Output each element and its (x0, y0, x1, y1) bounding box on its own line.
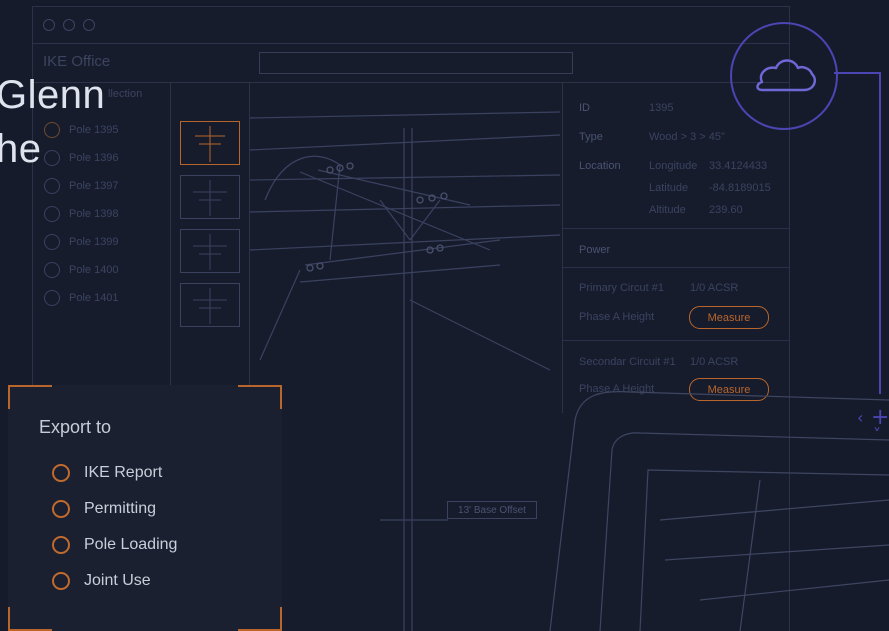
export-title: Export to (39, 417, 112, 437)
export-option-label: Joint Use (84, 572, 151, 589)
cloud-sync-button[interactable] (730, 22, 838, 130)
stage: IKE Office ID 1395 Type Wood > 3 > 45" L… (0, 0, 889, 631)
radio-icon (52, 464, 70, 482)
corner-bracket (8, 607, 52, 631)
cloud-icon (756, 59, 816, 92)
export-option[interactable]: Pole Loading (52, 534, 177, 556)
export-option[interactable]: Permitting (52, 498, 156, 520)
corner-bracket (238, 385, 282, 409)
chevron-down-icon: ˅ (873, 425, 881, 444)
export-option-label: Permitting (84, 500, 157, 517)
export-option-label: Pole Loading (84, 536, 178, 553)
export-option[interactable]: Joint Use (52, 570, 151, 592)
radio-icon (52, 536, 70, 554)
headline-line-2: he (0, 127, 42, 171)
radio-icon (52, 500, 70, 518)
corner-bracket (8, 385, 52, 409)
base-offset-label: 13' Base Offset (447, 501, 537, 519)
corner-bracket (238, 607, 282, 631)
chevron-left-icon: ‹ (857, 408, 864, 427)
radio-icon (52, 572, 70, 590)
connector-line (834, 72, 880, 74)
export-panel: Export to IKE Report Permitting Pole Loa… (8, 385, 282, 631)
headline: Glenn he (0, 68, 105, 176)
headline-line-1: Glenn (0, 73, 106, 117)
connector-line (879, 72, 881, 394)
export-option[interactable]: IKE Report (52, 462, 162, 484)
export-option-label: IKE Report (84, 464, 163, 481)
